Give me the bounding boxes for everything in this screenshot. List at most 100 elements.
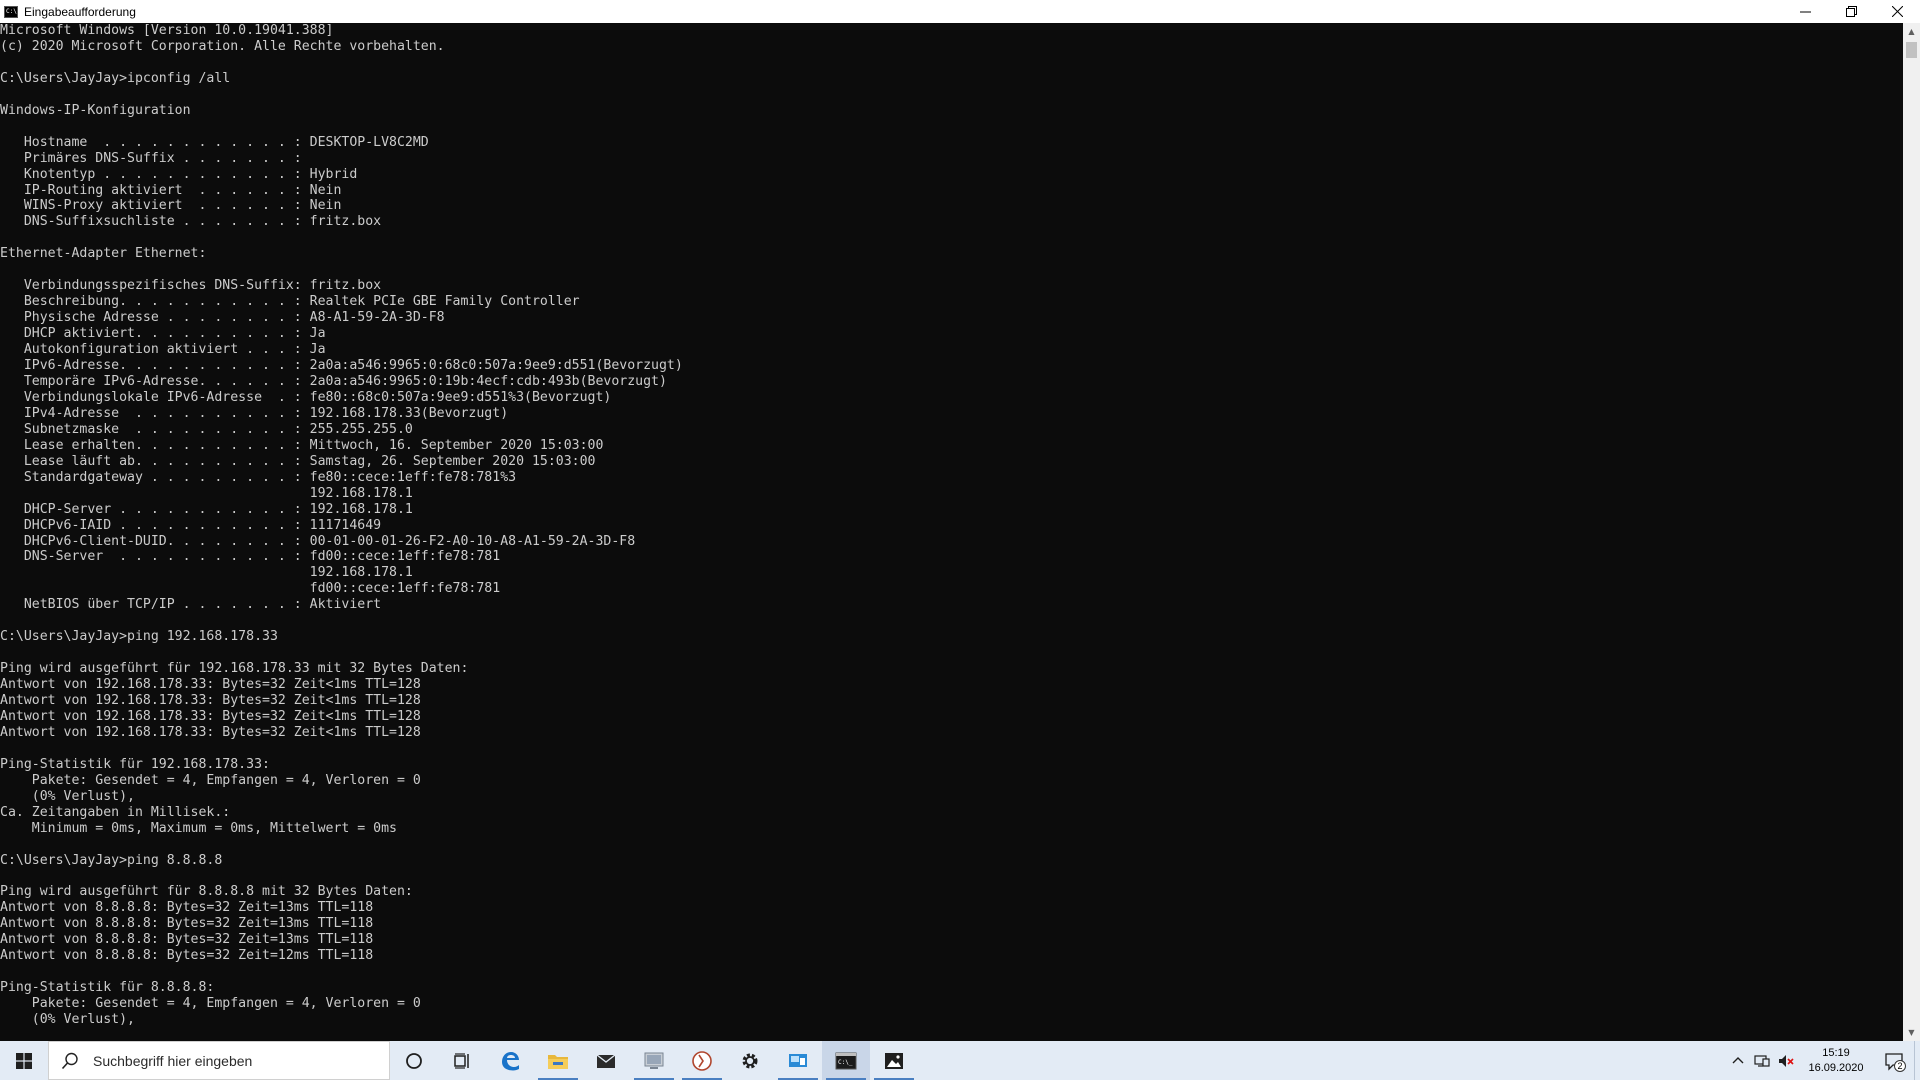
console-line: IPv6-Adresse. . . . . . . . . . . : 2a0a… [0, 358, 683, 374]
console-output: Microsoft Windows [Version 10.0.19041.38… [0, 23, 1903, 1028]
task-view-button[interactable] [438, 1041, 486, 1080]
network-icon [1754, 1054, 1770, 1067]
console-line: Antwort von 8.8.8.8: Bytes=32 Zeit=12ms … [0, 948, 374, 964]
console-line: C:\Users\JayJay>ping 192.168.178.33 [0, 629, 278, 645]
console-line: Ping wird ausgeführt für 8.8.8.8 mit 32 … [0, 884, 413, 900]
scroll-thumb[interactable] [1906, 42, 1917, 58]
console-line: Knotentyp . . . . . . . . . . . . : Hybr… [0, 166, 358, 182]
console-line: NetBIOS über TCP/IP . . . . . . . : Akti… [0, 597, 382, 613]
console-line: Ping wird ausgeführt für 192.168.178.33 … [0, 661, 469, 677]
console-line: Temporäre IPv6-Adresse. . . . . . : 2a0a… [0, 373, 667, 389]
console-line: Minimum = 0ms, Maximum = 0ms, Mittelwert… [0, 820, 397, 836]
edge-icon [502, 1051, 519, 1070]
scroll-down-button[interactable]: ▼ [1903, 1024, 1920, 1041]
photos-icon [885, 1052, 903, 1069]
console-line: Ethernet-Adapter Ethernet: [0, 246, 207, 262]
file-explorer-button[interactable] [534, 1041, 582, 1080]
console-line: fd00::cece:1eff:fe78:781 [0, 581, 501, 597]
console-line: Pakete: Gesendet = 4, Empfangen = 4, Ver… [0, 772, 421, 788]
console-line: Verbindungsspezifisches DNS-Suffix: frit… [0, 278, 382, 294]
mail-button[interactable] [582, 1041, 630, 1080]
volume-muted-icon [1779, 1054, 1794, 1067]
edge-button[interactable] [486, 1041, 534, 1080]
file-explorer-icon [548, 1054, 568, 1069]
console-line: Lease läuft ab. . . . . . . . . . : Sams… [0, 453, 596, 469]
console-line: Ping-Statistik für 8.8.8.8: [0, 980, 215, 996]
console-line: IP-Routing aktiviert . . . . . . : Nein [0, 182, 342, 198]
cortana-button[interactable] [390, 1041, 438, 1080]
console-line: Antwort von 192.168.178.33: Bytes=32 Zei… [0, 677, 421, 693]
console-line: Primäres DNS-Suffix . . . . . . . : [0, 150, 302, 166]
window-title: Eingabeaufforderung [24, 4, 136, 19]
search-icon [61, 1052, 78, 1069]
scroll-up-button[interactable]: ▲ [1903, 23, 1920, 40]
console-line: Verbindungslokale IPv6-Adresse . : fe80:… [0, 389, 612, 405]
console-line: Physische Adresse . . . . . . . . : A8-A… [0, 310, 445, 326]
taskbar-search[interactable] [48, 1041, 390, 1080]
close-button[interactable] [1874, 0, 1920, 23]
taskbar: C:\_ 15:19 16.0 [0, 1041, 1920, 1080]
console-line: Subnetzmaske . . . . . . . . . . : 255.2… [0, 421, 413, 437]
console-line: Microsoft Windows [Version 10.0.19041.38… [0, 23, 334, 38]
console-line: Antwort von 8.8.8.8: Bytes=32 Zeit=13ms … [0, 916, 374, 932]
console-line: DHCPv6-IAID . . . . . . . . . . . : 1117… [0, 517, 382, 533]
console-line: Antwort von 192.168.178.33: Bytes=32 Zei… [0, 708, 421, 724]
show-hidden-icons-button[interactable] [1726, 1041, 1750, 1080]
restore-icon [1845, 6, 1857, 17]
start-button[interactable] [0, 1041, 48, 1080]
chevron-up-icon [1732, 1056, 1744, 1063]
volume-tray-button[interactable] [1774, 1041, 1798, 1080]
console-line: Pakete: Gesendet = 4, Empfangen = 4, Ver… [0, 996, 421, 1012]
network-tray-button[interactable] [1750, 1041, 1774, 1080]
console-line: Beschreibung. . . . . . . . . . . : Real… [0, 294, 580, 310]
console-line: 192.168.178.1 [0, 565, 413, 581]
settings-button[interactable] [726, 1041, 774, 1080]
console-line: Hostname . . . . . . . . . . . . : DESKT… [0, 134, 429, 150]
vertical-scrollbar[interactable]: ▲ ▼ [1903, 23, 1920, 1041]
console-line: C:\Users\JayJay>ping 8.8.8.8 [0, 852, 223, 868]
mail-icon [596, 1053, 616, 1068]
console-line: Antwort von 8.8.8.8: Bytes=32 Zeit=13ms … [0, 900, 374, 916]
console-line: DHCP-Server . . . . . . . . . . . : 192.… [0, 501, 413, 517]
command-prompt-app-icon [4, 5, 18, 18]
console-line: DNS-Server . . . . . . . . . . . : fd00:… [0, 549, 501, 565]
console-line: (c) 2020 Microsoft Corporation. Alle Rec… [0, 38, 445, 54]
console-line: Autokonfiguration aktiviert . . . : Ja [0, 342, 326, 358]
console-line: Standardgateway . . . . . . . . . : fe80… [0, 469, 517, 485]
windows-logo-icon [16, 1052, 32, 1069]
system-tray: 15:19 16.09.2020 2 [1726, 1041, 1920, 1080]
media-app-icon [692, 1050, 712, 1071]
console-line: IPv4-Adresse . . . . . . . . . . : 192.1… [0, 405, 509, 421]
close-icon [1891, 6, 1903, 17]
search-input[interactable] [91, 1051, 371, 1070]
console-line: Windows-IP-Konfiguration [0, 102, 191, 118]
network-app-button[interactable] [630, 1041, 678, 1080]
photos-button[interactable] [870, 1041, 918, 1080]
console-line: C:\Users\JayJay>ipconfig /all [0, 70, 231, 86]
restore-button[interactable] [1828, 0, 1874, 23]
show-desktop-button[interactable] [1914, 1041, 1920, 1080]
network-app-icon [644, 1052, 664, 1069]
action-center-button[interactable]: 2 [1874, 1041, 1914, 1080]
console-line: DNS-Suffixsuchliste . . . . . . . : frit… [0, 214, 382, 230]
remote-desktop-button[interactable] [774, 1041, 822, 1080]
taskbar-clock[interactable]: 15:19 16.09.2020 [1798, 1041, 1874, 1080]
console-line: WINS-Proxy aktiviert . . . . . . : Nein [0, 198, 342, 214]
window-controls [1782, 0, 1920, 23]
console-line: Antwort von 192.168.178.33: Bytes=32 Zei… [0, 724, 421, 740]
console-area[interactable]: Microsoft Windows [Version 10.0.19041.38… [0, 23, 1903, 1041]
command-prompt-button[interactable]: C:\_ [822, 1041, 870, 1080]
console-line: (0% Verlust), [0, 788, 135, 804]
task-view-icon [454, 1052, 469, 1069]
settings-gear-icon [742, 1053, 758, 1068]
console-line: Ca. Zeitangaben in Millisek.: [0, 804, 231, 820]
console-line: (0% Verlust), [0, 1012, 135, 1028]
console-line: Antwort von 192.168.178.33: Bytes=32 Zei… [0, 693, 421, 709]
console-line: Antwort von 8.8.8.8: Bytes=32 Zeit=13ms … [0, 932, 374, 948]
media-app-button[interactable] [678, 1041, 726, 1080]
console-line: Ping-Statistik für 192.168.178.33: [0, 756, 270, 772]
title-bar[interactable]: Eingabeaufforderung [0, 0, 1920, 23]
minimize-button[interactable] [1782, 0, 1828, 23]
cortana-icon [406, 1052, 422, 1069]
console-line: DHCPv6-Client-DUID. . . . . . . . : 00-0… [0, 533, 636, 549]
